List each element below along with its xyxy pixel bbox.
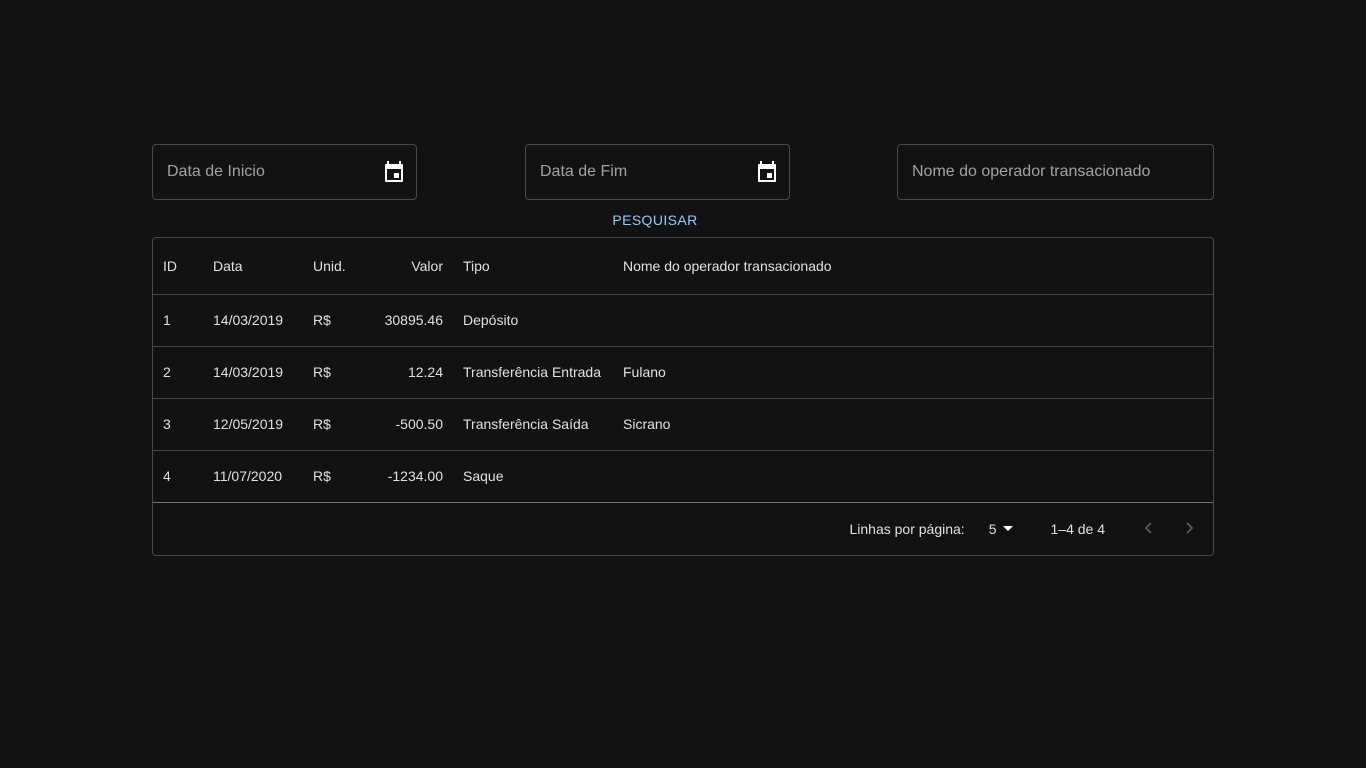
- pagination-range: 1–4 de 4: [1050, 521, 1106, 537]
- cell-operator: [613, 294, 1213, 347]
- cell-date: 14/03/2019: [203, 294, 303, 347]
- table-row[interactable]: 2 14/03/2019 R$ 12.24 Transferência Entr…: [153, 346, 1213, 399]
- cell-date: 11/07/2020: [203, 450, 303, 503]
- chevron-left-icon: [1142, 521, 1156, 538]
- cell-type: Saque: [453, 450, 613, 503]
- cell-type: Depósito: [453, 294, 613, 347]
- rows-per-page-select[interactable]: 5: [989, 521, 1015, 538]
- cell-value: -500.50: [363, 398, 453, 451]
- transactions-grid: ID Data Unid. Valor Tipo Nome do operado…: [153, 238, 1213, 503]
- operator-name-field[interactable]: Nome do operador transacionado: [897, 144, 1214, 200]
- header-id[interactable]: ID: [153, 238, 203, 295]
- table-row[interactable]: 4 11/07/2020 R$ -1234.00 Saque: [153, 450, 1213, 503]
- end-date-field[interactable]: Data de Fim: [525, 144, 790, 200]
- search-button[interactable]: PESQUISAR: [596, 207, 714, 233]
- table-row[interactable]: 3 12/05/2019 R$ -500.50 Transferência Sa…: [153, 398, 1213, 451]
- calendar-icon[interactable]: [382, 160, 406, 184]
- cell-operator: [613, 450, 1213, 503]
- cell-unit: R$: [303, 346, 363, 399]
- app-root: Data de Inicio Data de Fim Nome do opera…: [0, 0, 1366, 768]
- start-date-placeholder: Data de Inicio: [167, 163, 265, 180]
- header-unit[interactable]: Unid.: [303, 238, 363, 295]
- cell-operator: Sicrano: [613, 398, 1213, 451]
- cell-date: 12/05/2019: [203, 398, 303, 451]
- rows-per-page-label: Linhas por página:: [849, 521, 965, 537]
- previous-page-button[interactable]: [1137, 517, 1161, 541]
- cell-unit: R$: [303, 450, 363, 503]
- next-page-button[interactable]: [1177, 517, 1201, 541]
- cell-operator: Fulano: [613, 346, 1213, 399]
- cell-id: 1: [153, 294, 203, 347]
- cell-date: 14/03/2019: [203, 346, 303, 399]
- table-row[interactable]: 1 14/03/2019 R$ 30895.46 Depósito: [153, 294, 1213, 347]
- start-date-field[interactable]: Data de Inicio: [152, 144, 417, 200]
- table-header-row: ID Data Unid. Valor Tipo Nome do operado…: [153, 238, 1213, 295]
- calendar-icon[interactable]: [755, 160, 779, 184]
- cell-type: Transferência Entrada: [453, 346, 613, 399]
- cell-id: 4: [153, 450, 203, 503]
- chevron-right-icon: [1182, 521, 1196, 538]
- cell-type: Transferência Saída: [453, 398, 613, 451]
- cell-value: -1234.00: [363, 450, 453, 503]
- cell-id: 2: [153, 346, 203, 399]
- cell-unit: R$: [303, 294, 363, 347]
- transactions-table: ID Data Unid. Valor Tipo Nome do operado…: [152, 237, 1214, 556]
- table-pagination: Linhas por página: 5 1–4 de 4: [153, 502, 1213, 555]
- rows-per-page-value: 5: [988, 521, 997, 537]
- end-date-placeholder: Data de Fim: [540, 163, 628, 180]
- cell-value: 12.24: [363, 346, 453, 399]
- header-type[interactable]: Tipo: [453, 238, 613, 295]
- cell-unit: R$: [303, 398, 363, 451]
- cell-value: 30895.46: [363, 294, 453, 347]
- header-value[interactable]: Valor: [363, 238, 453, 295]
- cell-id: 3: [153, 398, 203, 451]
- caret-down-icon: [1001, 521, 1015, 538]
- header-date[interactable]: Data: [203, 238, 303, 295]
- operator-name-placeholder: Nome do operador transacionado: [912, 163, 1151, 180]
- header-operator[interactable]: Nome do operador transacionado: [613, 238, 1213, 295]
